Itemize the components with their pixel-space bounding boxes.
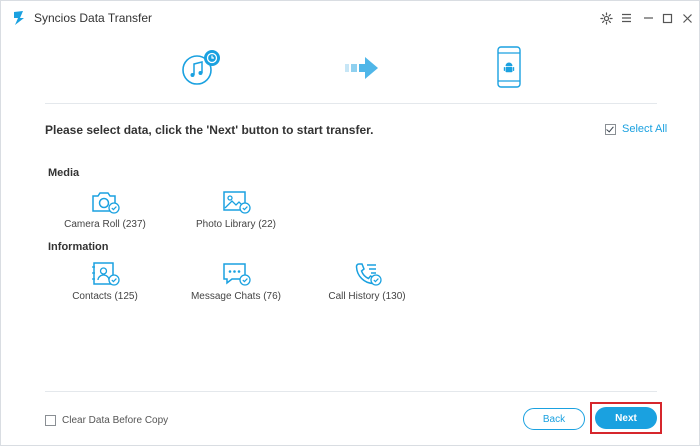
data-item-label: Contacts (125) [72,291,138,302]
gear-icon[interactable] [598,10,614,26]
android-phone-icon [497,46,521,88]
data-item-label: Message Chats (76) [190,291,282,302]
instruction-text: Please select data, click the 'Next' but… [45,123,374,137]
minimize-icon[interactable] [640,10,656,26]
contacts-icon [92,262,120,286]
select-all-label[interactable]: Select All [622,123,667,135]
call-history-icon [355,263,382,286]
menu-icon[interactable] [618,10,634,26]
data-item-label: Camera Roll (237) [64,219,146,230]
select-all-checkbox[interactable]: Select All [605,123,667,135]
data-item-camera-roll[interactable]: Camera Roll (237) [45,189,165,230]
data-item-message-chats[interactable]: Message Chats (76) [176,261,296,302]
footer-divider [45,391,657,392]
maximize-icon[interactable] [659,10,675,26]
close-icon[interactable] [679,10,695,26]
photo-icon [223,191,251,214]
back-button[interactable]: Back [523,408,585,430]
clear-data-checkbox[interactable]: Clear Data Before Copy [45,415,168,426]
message-icon [223,263,251,286]
window-title: Syncios Data Transfer [34,11,153,25]
data-item-photo-library[interactable]: Photo Library (22) [176,189,296,230]
next-button[interactable]: Next [595,407,657,429]
data-item-contacts[interactable]: Contacts (125) [45,261,165,302]
clear-data-label[interactable]: Clear Data Before Copy [62,415,168,426]
app-window: Syncios Data Transfer Please select data… [0,0,700,446]
data-item-label: Call History (130) [328,291,406,302]
section-label-information: Information [48,241,109,253]
section-label-media: Media [48,167,80,179]
data-item-label: Photo Library (22) [195,219,277,230]
data-item-call-history[interactable]: Call History (130) [307,261,427,302]
title-bar: Syncios Data Transfer [1,1,699,35]
select-all-check-icon[interactable] [605,123,616,135]
music-device-icon [182,50,220,85]
arrow-right-icon [345,57,378,79]
syncios-logo-icon [14,11,24,25]
camera-icon [92,192,120,214]
clear-data-check-icon[interactable] [45,415,56,426]
